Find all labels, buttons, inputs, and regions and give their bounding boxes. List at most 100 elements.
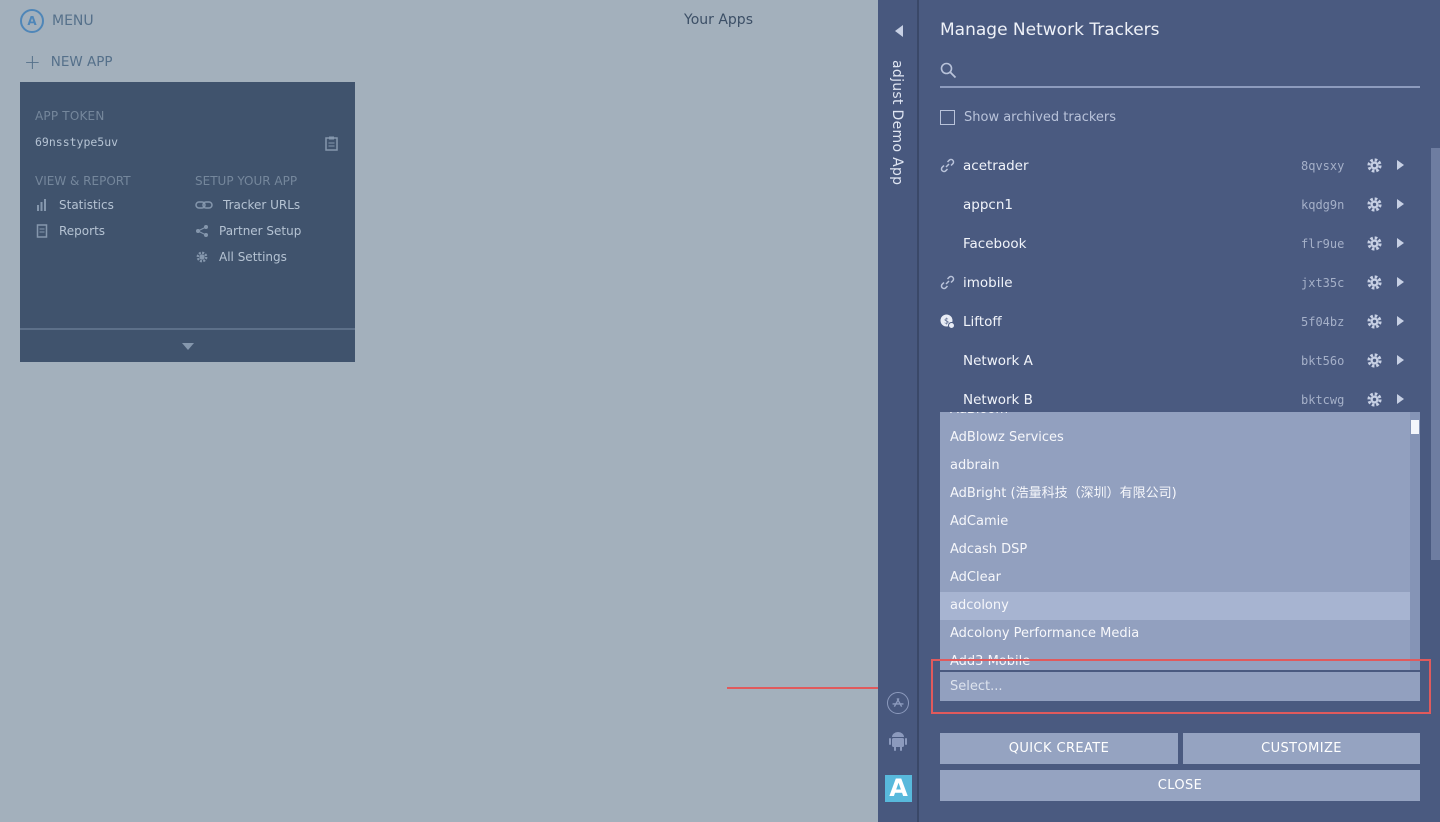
expand-arrow-icon[interactable] [1397, 316, 1404, 326]
statistics-link[interactable]: Statistics [35, 198, 114, 212]
tracker-name: Network A [963, 353, 1033, 369]
view-report-heading: VIEW & REPORT [35, 174, 131, 188]
expand-arrow-icon[interactable] [1397, 238, 1404, 248]
gear-icon[interactable] [1366, 196, 1383, 213]
new-app-label: NEW APP [50, 54, 113, 70]
tracker-row[interactable]: Network A bkt56o [940, 342, 1420, 381]
app-token-label: APP TOKEN [35, 109, 105, 123]
tracker-name: Facebook [963, 236, 1027, 252]
panel-title: Manage Network Trackers [940, 20, 1160, 40]
page-title: Your Apps [684, 12, 753, 28]
tracker-name: acetrader [963, 158, 1029, 174]
link-chain-icon [195, 201, 213, 209]
app-side-strip: adjust Demo App A [878, 0, 919, 822]
link-icon [940, 275, 955, 290]
network-select[interactable] [940, 672, 1420, 701]
dropdown-option[interactable]: adcolony [940, 592, 1410, 620]
setup-app-heading: SETUP YOUR APP [195, 174, 298, 188]
dropdown-option[interactable]: Adcolony Performance Media [940, 620, 1410, 648]
chevron-down-icon [181, 342, 194, 350]
expand-arrow-icon[interactable] [1397, 394, 1404, 404]
tracker-token: bkt56o [1301, 354, 1345, 368]
search-icon [940, 62, 957, 79]
expand-arrow-icon[interactable] [1397, 355, 1404, 365]
panel-scrollbar[interactable] [1431, 148, 1440, 560]
app-store-icon[interactable] [887, 692, 909, 714]
gear-icon[interactable] [1366, 352, 1383, 369]
tracker-list: acetrader 8qvsxy appcn1 kqdg9n Facebook flr9u… [940, 147, 1420, 420]
dropdown-scrollbar-thumb[interactable] [1411, 420, 1419, 434]
adjust-logo-icon: A [20, 9, 44, 33]
reports-link[interactable]: Reports [35, 224, 105, 238]
dropdown-option[interactable]: adbrain [940, 452, 1410, 480]
gear-icon[interactable] [1366, 313, 1383, 330]
quick-create-button[interactable]: QUICK CREATE [940, 733, 1178, 764]
tracker-token: 8qvsxy [1301, 159, 1345, 173]
statistics-label: Statistics [59, 198, 114, 212]
gear-icon[interactable] [1366, 274, 1383, 291]
new-app-button[interactable]: + NEW APP [24, 52, 113, 72]
tracker-token: bktcwg [1301, 393, 1345, 407]
app-token-value: 69nsstype5uv [35, 135, 119, 149]
tracker-token: flr9ue [1301, 237, 1345, 251]
tracker-name: Network B [963, 392, 1033, 408]
tracker-row[interactable]: Facebook flr9ue [940, 225, 1420, 264]
gear-icon[interactable] [1366, 157, 1383, 174]
bar-chart-icon [37, 199, 46, 211]
top-bar: A MENU Your Apps [0, 0, 878, 42]
tracker-row[interactable]: imobile jxt35c [940, 264, 1420, 303]
checkbox-box[interactable] [940, 110, 955, 125]
expand-arrow-icon[interactable] [1397, 199, 1404, 209]
side-app-name: adjust Demo App [889, 60, 905, 186]
share-icon [196, 225, 208, 237]
adjust-brand-logo-icon[interactable]: A [885, 775, 912, 802]
dropdown-option[interactable]: Adcash DSP [940, 536, 1410, 564]
menu-label: MENU [52, 13, 94, 29]
close-button[interactable]: CLOSE [940, 770, 1420, 801]
link-icon [940, 158, 955, 173]
tracker-search-input[interactable] [966, 60, 1416, 84]
tracker-row[interactable]: $ Liftoff 5f04bz [940, 303, 1420, 342]
show-archived-label: Show archived trackers [964, 110, 1117, 125]
network-select-input[interactable] [950, 676, 1410, 697]
expand-arrow-icon[interactable] [1397, 277, 1404, 287]
menu-button[interactable]: A MENU [20, 9, 94, 33]
gear-icon[interactable] [1366, 235, 1383, 252]
tracker-token: jxt35c [1301, 276, 1345, 290]
manage-trackers-panel: Manage Network Trackers Show archived tr… [919, 0, 1440, 822]
all-settings-link[interactable]: All Settings [195, 250, 287, 264]
gear-icon[interactable] [1366, 391, 1383, 408]
show-archived-checkbox[interactable]: Show archived trackers [940, 110, 1116, 125]
tracker-row[interactable]: acetrader 8qvsxy [940, 147, 1420, 186]
tracker-name: imobile [963, 275, 1013, 291]
collapse-arrow-icon[interactable] [895, 25, 903, 37]
dropdown-option[interactable]: AdCamie [940, 508, 1410, 536]
dropdown-option[interactable]: AdBlowz Services [940, 424, 1410, 452]
tracker-token: 5f04bz [1301, 315, 1345, 329]
tracker-search [940, 56, 1420, 88]
network-dropdown-list: Add3 Mobile Adcolony Performance Media adc… [940, 412, 1420, 670]
dropdown-option[interactable]: Add3 Mobile [940, 648, 1410, 670]
card-expand-button[interactable] [20, 328, 355, 362]
dropdown-option[interactable]: AdClear [940, 564, 1410, 592]
dropdown-option[interactable]: AdBright (浩量科技（深圳）有限公司) [940, 480, 1410, 508]
expand-arrow-icon[interactable] [1397, 160, 1404, 170]
dropdown-scrollbar[interactable] [1410, 412, 1420, 670]
clipboard-icon[interactable] [325, 136, 338, 151]
reports-label: Reports [59, 224, 106, 238]
gear-icon [196, 251, 208, 263]
android-icon[interactable] [888, 729, 908, 751]
app-card: APP TOKEN 69nsstype5uv VIEW & REPORT SET… [20, 82, 355, 362]
partner-setup-label: Partner Setup [219, 224, 302, 238]
tracker-name: Liftoff [963, 314, 1002, 330]
cost-data-icon: $ [940, 314, 955, 329]
tracker-urls-link[interactable]: Tracker URLs [195, 198, 300, 212]
tracker-row[interactable]: appcn1 kqdg9n [940, 186, 1420, 225]
partner-setup-link[interactable]: Partner Setup [195, 224, 301, 238]
all-settings-label: All Settings [219, 250, 287, 264]
report-icon [36, 224, 48, 238]
dropdown-option[interactable]: AdBloom [940, 412, 1410, 424]
tracker-name: appcn1 [963, 197, 1013, 213]
customize-button[interactable]: CUSTOMIZE [1183, 733, 1420, 764]
tracker-urls-label: Tracker URLs [223, 198, 301, 212]
